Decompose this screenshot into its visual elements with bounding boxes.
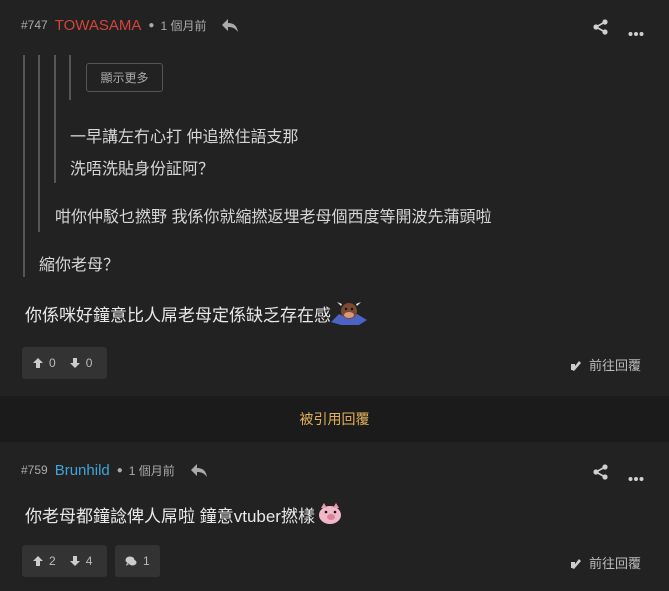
post-747: #747 TOWASAMA ● 1 個月前 顯示更多 一早講左冇心打 仲追撚住語… [0,0,669,396]
quote-level3-line1: 一早講左冇心打 仲追撚住語支那 [70,129,299,146]
reply-pen-icon [571,558,581,569]
quote-level2-text: 咁你仲駁乜撚野 我係你就縮撚返埋老母個西度等開波先蒲頭啦 [55,209,492,226]
username[interactable]: TOWASAMA [55,17,142,34]
downvote-count: 0 [85,356,93,370]
vote-group: 0 0 [22,347,107,379]
reply-arrow-icon[interactable] [189,462,209,478]
quote-bar-level2 [38,55,40,232]
upvote-count: 0 [49,356,56,370]
quote-level1-text: 縮你老母？ [39,257,120,274]
show-more-button[interactable]: 顯示更多 [86,63,163,92]
comments-button[interactable]: 1 [115,545,160,577]
sticker-bull-icon [329,300,369,326]
post-759: #759 Brunhild ● 1 個月前 你老母都鐘諗俾人屌啦 鐘意vtube… [0,442,669,591]
reply-arrow-icon[interactable] [220,17,240,33]
more-dots-icon[interactable] [628,469,644,481]
post-body-text: 你係咪好鐘意比人屌老母定係缺乏存在感 [25,305,331,325]
quote-bar-level1 [23,55,25,277]
downvote-button[interactable]: 4 [69,554,93,568]
separator-dot: ● [148,19,155,31]
post-header: #747 TOWASAMA ● 1 個月前 [21,15,240,35]
arrow-down-icon [69,556,80,566]
username[interactable]: Brunhild [55,462,110,479]
upvote-button[interactable]: 0 [32,356,56,370]
quote-bar-level3 [54,55,56,183]
post-number: #759 [21,463,48,477]
goto-reply-link[interactable]: 前往回覆 [570,553,641,572]
post-time: 1 個月前 [128,463,175,478]
arrow-down-icon [69,358,80,368]
goto-reply-link[interactable]: 前往回覆 [570,355,641,374]
upvote-count: 2 [49,554,56,568]
post-body: 你老母都鐘諗俾人屌啦 鐘意vtuber撚樣 [25,501,343,527]
sticker-pig-icon [317,502,343,526]
downvote-button[interactable]: 0 [69,356,93,370]
upvote-button[interactable]: 2 [32,554,56,568]
arrow-up-icon [33,556,43,566]
more-dots-icon[interactable] [628,24,644,36]
reply-pen-icon [571,360,581,371]
post-time: 1 個月前 [160,18,207,33]
post-header: #759 Brunhild ● 1 個月前 [21,460,209,480]
post-body-text: 你老母都鐘諗俾人屌啦 鐘意vtuber撚樣 [25,506,315,526]
share-icon[interactable] [592,18,610,36]
arrow-up-icon [33,358,43,368]
post-body: 你係咪好鐘意比人屌老母定係缺乏存在感 [25,300,369,326]
quoted-replies-label: 被引用回覆 [299,411,370,427]
downvote-count: 4 [85,554,93,568]
goto-reply-label: 前往回覆 [589,556,642,571]
vote-group: 2 4 [22,545,107,577]
comment-icon [125,556,137,566]
goto-reply-label: 前往回覆 [589,358,642,373]
quoted-replies-header[interactable]: 被引用回覆 [0,396,669,442]
quote-bar-level4 [69,55,71,100]
separator-dot: ● [116,464,123,476]
share-icon[interactable] [592,463,610,481]
quote-level3-line2: 洗唔洗貼身份証阿？ [70,161,215,178]
post-number: #747 [21,18,48,32]
comments-count: 1 [143,554,150,568]
